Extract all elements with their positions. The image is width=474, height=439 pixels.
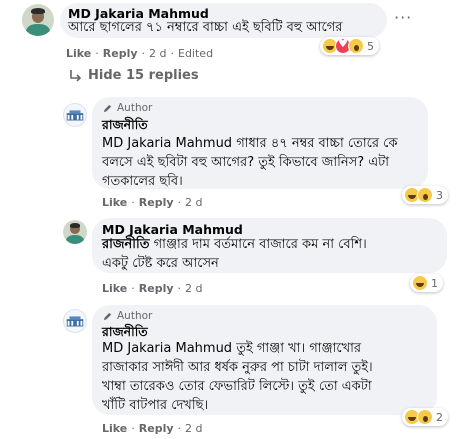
comment-actions: Like · Reply · 2 d · Edited [66,47,214,60]
reply-text-line: খাঁটি বাটপার দেখছি। [102,398,209,413]
like-button[interactable]: Like [66,47,91,60]
reaction-count: 2 [436,410,443,424]
page-avatar[interactable] [63,309,87,333]
wow-reaction-icon [348,38,364,54]
like-button[interactable]: Like [102,282,127,295]
reply-text-line: MD Jakaria Mahmud গাধার ৪৭ নম্বর বাচ্চা … [102,136,398,151]
reaction-count: 1 [431,276,438,290]
reply-reactions[interactable]: 2 [402,408,448,426]
hide-replies-button[interactable]: Hide 15 replies [68,68,199,83]
comment-time[interactable]: 2 d [149,47,166,60]
page-avatar[interactable] [63,103,87,127]
reply-text-line: MD Jakaria Mahmud তুই গাঞ্জা খা। গাঞ্জাখ… [102,341,362,356]
reply-bubble-1: Author রাজনীতি MD Jakaria Mahmud গাধার ৪… [92,97,428,189]
reply-button[interactable]: Reply [139,282,174,295]
comment-more-options-icon[interactable]: ··· [394,8,412,27]
pencil-icon [103,104,112,112]
reply-time[interactable]: 2 d [185,282,202,295]
wow-reaction-icon [417,187,433,203]
haha-reaction-icon [412,275,428,291]
reply-actions: Like · Reply · 2 d [102,422,203,435]
collapse-arrow-icon [70,69,82,82]
reply-button[interactable]: Reply [139,196,174,209]
comment-text: আরে ছাগলের ৭১ নম্বারে বাচ্চা এই ছবিটি বহ… [68,20,343,35]
reply-time[interactable]: 2 d [185,196,202,209]
reply-button[interactable]: Reply [139,422,174,435]
parliament-logo-icon [66,110,84,121]
reply-text-line: গতকালের ছবি। [102,174,183,189]
reply-text-line: খাম্বা তারেকও তোর ফেভারিট লিস্টে। তুই তো… [102,379,372,394]
reply-actions: Like · Reply · 2 d [102,282,203,295]
commenter-avatar[interactable] [22,4,54,36]
like-button[interactable]: Like [102,196,127,209]
reply-bubble-2: MD Jakaria Mahmud রাজনীতি গাঞ্জার দাম বর… [92,218,447,273]
commenter-avatar[interactable] [63,220,87,244]
pencil-icon [103,312,112,320]
like-button[interactable]: Like [102,422,127,435]
reaction-count: 5 [367,39,374,53]
wow-reaction-icon [417,409,433,425]
reply-text-line: রাজাকার সাঈদী আর ধর্ষক নুরুর পা চাটা দাল… [102,360,373,375]
reply-text-line: বলসে এই ছবিটা বহু আগের? তুই কিভাবে জানিস… [102,155,389,170]
author-badge: Author [102,310,152,322]
reaction-count: 3 [436,188,443,202]
reply-actions: Like · Reply · 2 d [102,196,203,209]
hide-replies-label: Hide 15 replies [88,68,199,83]
reply-time[interactable]: 2 d [185,422,202,435]
parliament-logo-icon [66,316,84,327]
comment-reactions[interactable]: 5 [320,37,379,55]
author-badge: Author [102,102,152,114]
reply-reactions[interactable]: 3 [402,186,448,204]
comment-bubble: MD Jakaria Mahmud আরে ছাগলের ৭১ নম্বারে … [60,3,387,38]
reply-button[interactable]: Reply [103,47,138,60]
reply-bubble-3: Author রাজনীতি MD Jakaria Mahmud তুই গাঞ… [92,305,437,415]
edited-label: Edited [178,47,214,60]
reply-text-line: একটু টেষ্ট করে আসেন [102,256,219,271]
reply-text-line: রাজনীতি গাঞ্জার দাম বর্তমানে বাজারে কম ন… [102,237,367,252]
mention-tag[interactable]: রাজনীতি [102,237,150,252]
reply-reactions[interactable]: 1 [410,274,443,292]
